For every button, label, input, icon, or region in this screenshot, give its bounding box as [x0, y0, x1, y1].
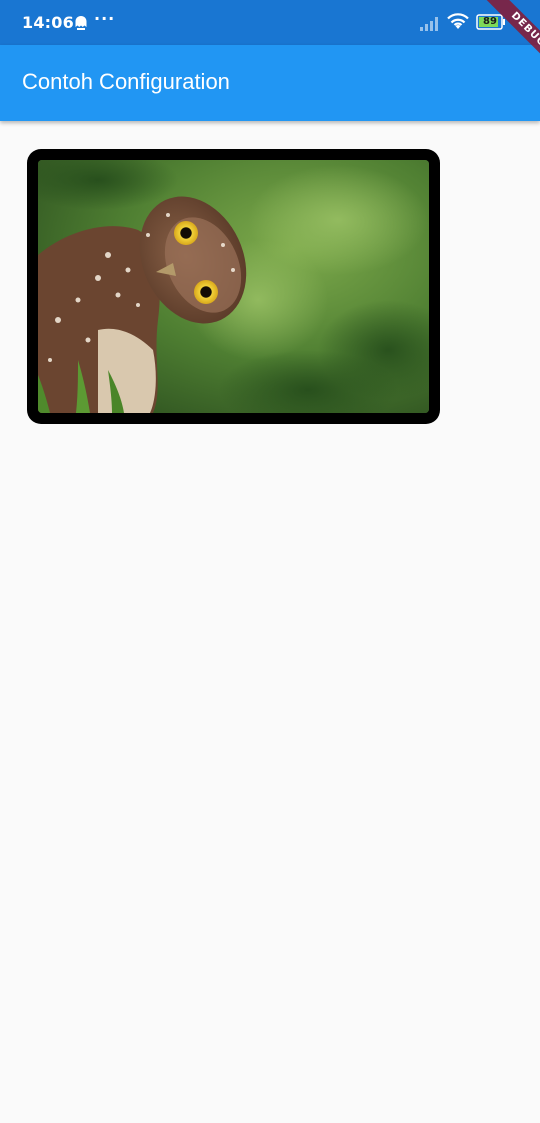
app-bar: Contoh Configuration [0, 45, 540, 121]
notification-ghost-icon [75, 16, 87, 30]
page-title: Contoh Configuration [22, 69, 230, 94]
status-bar: 14:06 ··· 89 [0, 0, 540, 45]
owl-photo [38, 160, 429, 413]
status-time: 14:06 [22, 13, 74, 32]
signal-icon [420, 17, 438, 31]
wifi-icon [447, 13, 469, 29]
image-card [27, 149, 440, 424]
battery-level: 89 [483, 16, 497, 27]
more-notifications-icon: ··· [94, 9, 116, 28]
owl-image [38, 160, 429, 413]
battery-icon: 89 [476, 14, 506, 30]
